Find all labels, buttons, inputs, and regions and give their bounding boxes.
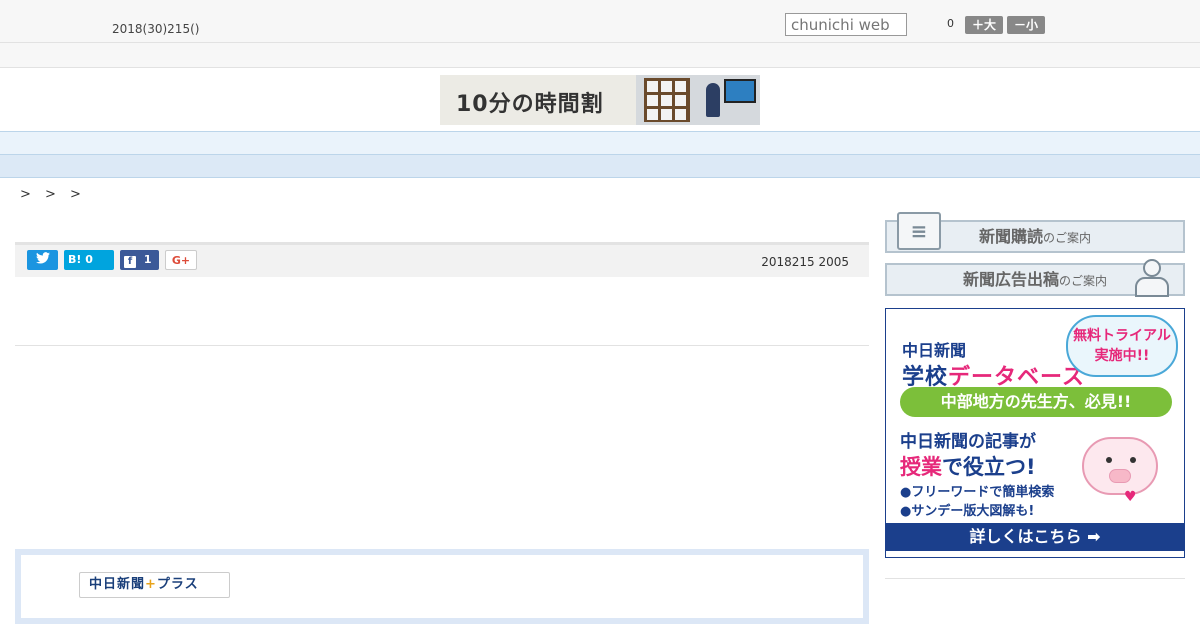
hatena-bookmark-button[interactable]: B! 0 (64, 250, 114, 270)
db-ad-line-2b: で役立つ! (942, 455, 1036, 479)
db-ad-line-2: 授業で役立つ! (900, 451, 1036, 481)
classroom-image (636, 75, 760, 125)
businessman-icon (1135, 259, 1169, 297)
plus-logo-text-a: 中日新聞 (89, 577, 146, 592)
main-nav (0, 131, 1200, 155)
header-ad-banner[interactable]: 10分の時間割 (440, 75, 760, 125)
details-button[interactable]: 詳しくはこちら ➡ (886, 523, 1184, 551)
db-ad-line-2a: 授業 (900, 455, 942, 479)
hatena-icon: B! (68, 253, 82, 266)
facebook-share-button[interactable]: f 1 (120, 250, 159, 270)
twitter-share-button[interactable] (27, 250, 58, 270)
plus-logo-text-b: プラス (156, 577, 199, 592)
font-size-small-button[interactable]: －小 (1007, 16, 1045, 34)
publish-date: 2018215 2005 (761, 255, 849, 269)
content-divider (15, 345, 869, 346)
chunichi-plus-logo[interactable]: 中日新聞+プラス (79, 572, 230, 598)
db-ad-bullet-1: ●フリーワードで簡単検索 (900, 485, 1055, 500)
facebook-icon: f (124, 256, 136, 268)
twitter-icon (35, 252, 50, 264)
facebook-count: 1 (143, 253, 152, 266)
free-trial-bubble: 無料トライアル 実施中!! (1066, 315, 1178, 377)
banner-text: 10分の時間割 (456, 92, 604, 117)
share-bar: B! 0 f 1 G+ 2018215 2005 (15, 242, 869, 277)
google-plus-button[interactable]: G+ (165, 250, 197, 270)
trial-line-2: 実施中!! (1094, 348, 1150, 364)
current-date: 2018(30)215() (112, 22, 200, 36)
db-ad-green-banner: 中部地方の先生方、必見!! (900, 387, 1172, 417)
top-utility-bar: 2018(30)215() 0 ＋大 －小 (0, 0, 1200, 43)
pig-mascot-icon (1082, 437, 1158, 495)
display-screen-graphic (724, 79, 756, 103)
db-ad-line-1: 中日新聞の記事が (900, 432, 1036, 452)
ad-tail: のご案内 (1059, 274, 1108, 288)
notification-count: 0 (947, 17, 954, 30)
db-ad-bullet-2: ●サンデー版大図解も! (900, 504, 1035, 519)
plus-icon: + (145, 577, 157, 592)
ad-placement-info-button[interactable]: 新聞広告出稿のご案内 (885, 259, 1185, 297)
teacher-figure (706, 83, 720, 117)
hatena-count: 0 (85, 253, 93, 266)
search-input[interactable] (785, 13, 907, 36)
ad-main: 新聞広告出稿 (962, 270, 1059, 289)
window-graphic (644, 78, 690, 122)
sub-nav (0, 155, 1200, 178)
newspaper-icon: ≡ (897, 212, 941, 250)
subscription-info-button[interactable]: ≡ 新聞購読のご案内 (885, 212, 1185, 253)
chunichi-plus-inner: 中日新聞+プラス (21, 555, 863, 618)
db-ad-paper-name: 中日新聞 (902, 341, 967, 360)
school-database-ad[interactable]: 中日新聞 学校データベース 無料トライアル 実施中!! 中部地方の先生方、必見!… (885, 308, 1185, 558)
chunichi-plus-box: 中日新聞+プラス (15, 549, 869, 624)
breadcrumb[interactable]: > > > (20, 187, 86, 202)
subscription-main: 新聞購読 (978, 227, 1043, 246)
sidebar-divider (885, 578, 1185, 579)
font-size-large-button[interactable]: ＋大 (965, 16, 1003, 34)
subscription-tail: のご案内 (1043, 231, 1092, 245)
heart-icon: ♥ (1124, 489, 1137, 505)
trial-line-1: 無料トライアル (1073, 328, 1171, 344)
header-strip (0, 43, 1200, 68)
